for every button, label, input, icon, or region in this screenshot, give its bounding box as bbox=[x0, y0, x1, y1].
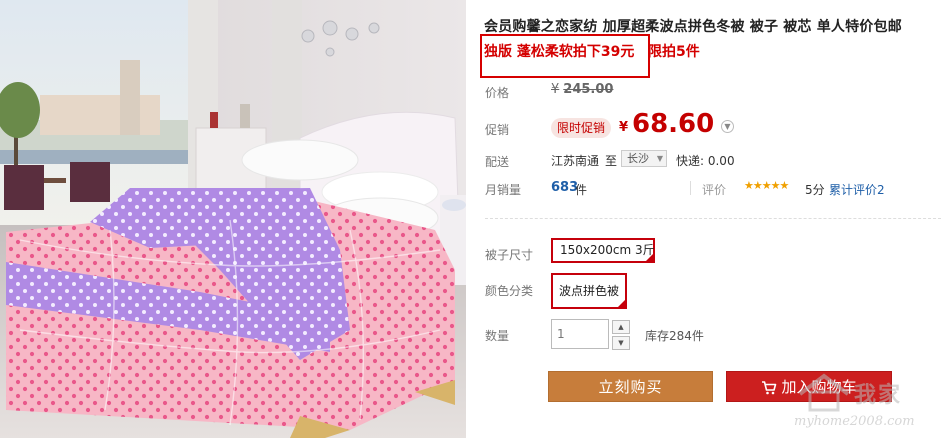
limited-time-badge: 限时促销 bbox=[551, 118, 612, 138]
quantity-label: 数量 bbox=[485, 329, 510, 343]
dropdown-arrow-icon: ▼ bbox=[656, 154, 663, 163]
size-option-selected[interactable]: 150x200cm 3斤 bbox=[551, 238, 655, 263]
rating-score: 5分 bbox=[805, 183, 825, 197]
sale-price: 68.60 bbox=[632, 109, 715, 139]
product-title: 会员购馨之恋家纺 加厚超柔波点拼色冬被 被子 被芯 单人特价包邮 bbox=[484, 19, 902, 35]
watermark-logo-icon bbox=[798, 373, 850, 412]
section-divider bbox=[485, 218, 941, 219]
cart-icon bbox=[762, 380, 777, 394]
star-rating-icon: ★★★★★ bbox=[744, 179, 789, 192]
promotion-row: 促销 限时促销 ¥ 68.60 ▼ bbox=[478, 106, 941, 148]
monthly-sales-label: 月销量 bbox=[485, 183, 522, 197]
original-price-value: 245.00 bbox=[563, 82, 614, 97]
size-option-value: 150x200cm 3斤 bbox=[560, 243, 655, 257]
destination-city-value: 长沙 bbox=[627, 152, 649, 165]
site-watermark: 我家 myhome2008.com bbox=[790, 370, 941, 438]
color-option-label: 颜色分类 bbox=[485, 284, 534, 298]
bedroom-scene-illustration bbox=[0, 0, 466, 438]
sale-currency-symbol: ¥ bbox=[619, 120, 629, 135]
ship-to-word: 至 bbox=[605, 154, 618, 168]
original-price: ¥245.00 bbox=[551, 82, 613, 97]
price-label: 价格 bbox=[485, 86, 510, 100]
quantity-input[interactable]: 1 bbox=[551, 319, 609, 349]
quantity-increase-icon[interactable]: ▲ bbox=[612, 320, 630, 334]
monthly-sales-unit: 件 bbox=[575, 183, 588, 197]
shipping-label: 配送 bbox=[485, 155, 510, 169]
express-fee: 快递: 0.00 bbox=[676, 154, 735, 168]
selected-check-icon bbox=[646, 254, 653, 261]
stock-count: 库存284件 bbox=[645, 329, 704, 343]
ship-from-location: 江苏南通 bbox=[551, 154, 600, 168]
divider bbox=[690, 181, 691, 195]
size-option-label: 被子尺寸 bbox=[485, 248, 534, 262]
product-photo bbox=[0, 0, 466, 438]
selected-check-icon bbox=[618, 300, 625, 307]
rating-label: 评价 bbox=[702, 183, 727, 197]
promo-limit: 限拍5件 bbox=[648, 44, 700, 60]
promo-text: 独版 蓬松柔软拍下39元 bbox=[484, 44, 635, 60]
color-option-value: 波点拼色被 bbox=[559, 284, 620, 298]
watermark-brand: 我家 bbox=[854, 382, 903, 408]
color-option-selected[interactable]: 波点拼色被 bbox=[551, 273, 627, 309]
promotion-label: 促销 bbox=[485, 123, 510, 137]
chevron-down-icon[interactable]: ▼ bbox=[721, 120, 734, 133]
destination-city-select[interactable]: 长沙 ▼ bbox=[621, 150, 667, 167]
reviews-link[interactable]: 累计评价2 bbox=[829, 181, 885, 198]
watermark-url: myhome2008.com bbox=[794, 414, 915, 429]
quantity-decrease-icon[interactable]: ▼ bbox=[612, 336, 630, 350]
currency-symbol: ¥ bbox=[551, 82, 560, 97]
buy-now-button[interactable]: 立刻购买 bbox=[548, 371, 713, 402]
